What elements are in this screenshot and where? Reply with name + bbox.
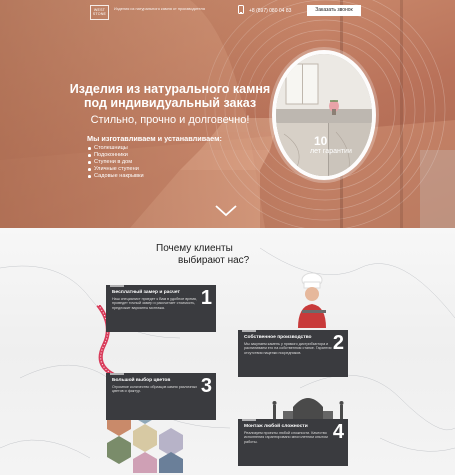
feature-number: 1 xyxy=(200,287,212,309)
feature-text: Наш специалист приедет к Вам в удобное в… xyxy=(112,297,197,310)
feature-card-4: Монтаж любой сложности Реализуем проекты… xyxy=(238,419,348,466)
feature-card-2: Собственное производство Мы закупаем кам… xyxy=(238,330,348,377)
products-list-title: Мы изготавливаем и устанавливаем: xyxy=(87,134,222,143)
feature-number: 2 xyxy=(332,332,344,354)
feature-title: Монтаж любой сложности xyxy=(244,424,308,429)
header: WEST STONE Изделия из натурального камня… xyxy=(0,0,455,22)
chevron-down-icon[interactable] xyxy=(215,205,237,217)
guarantee-badge: 10 лет гарантии xyxy=(310,134,360,155)
feature-number: 4 xyxy=(332,421,344,443)
feature-card-1: Бесплатный замер и расчет Наш специалист… xyxy=(106,285,216,332)
phone-number[interactable]: +8 (897) 080 04 83 xyxy=(249,8,291,14)
why-us-title-line2: выбирают нас? xyxy=(178,255,250,266)
feature-title: Большой выбор цветов xyxy=(112,378,171,383)
feature-card-3: Большой выбор цветов Огромное количество… xyxy=(106,373,216,420)
feature-title: Бесплатный замер и расчет xyxy=(112,290,180,295)
header-tagline: Изделия из натурального камня от произво… xyxy=(114,6,205,11)
building-illustration xyxy=(272,398,344,423)
feature-text: Реализуем проекты любой сложности. Качес… xyxy=(244,431,328,444)
feature-title: Собственное производство xyxy=(244,335,312,340)
phone-icon xyxy=(238,5,244,14)
guarantee-number: 10 xyxy=(314,134,328,148)
call-request-button[interactable]: Заказать звонок xyxy=(307,5,361,16)
kitchen-photo xyxy=(272,50,376,180)
guarantee-label: лет гарантии xyxy=(310,148,352,155)
feature-text: Огромное количество образцов камня разли… xyxy=(112,385,198,394)
products-list: Столешницы Подоконники Ступени в дом Ули… xyxy=(87,145,144,180)
feature-number: 3 xyxy=(200,375,212,397)
list-item: Садовые накрывки xyxy=(87,173,144,180)
why-us-title-line1: Почему клиенты xyxy=(156,243,233,254)
hero-title: Изделия из натурального камня под индиви… xyxy=(69,82,271,110)
hero-subtitle: Стильно, прочно и долговечно! xyxy=(90,114,250,126)
list-item: Подоконники xyxy=(87,152,144,159)
list-item: Ступени в дом xyxy=(87,159,144,166)
why-us-title: Почему клиенты выбирают нас? xyxy=(148,243,268,267)
feature-text: Мы закупаем камень у прямого дистрибьюто… xyxy=(244,342,332,355)
list-item: Столешницы xyxy=(87,145,144,152)
chef-illustration xyxy=(298,272,326,328)
hero-section: WEST STONE Изделия из натурального камня… xyxy=(0,0,455,228)
list-item: Уличные ступени xyxy=(87,166,144,173)
logo[interactable]: WEST STONE xyxy=(90,5,109,20)
